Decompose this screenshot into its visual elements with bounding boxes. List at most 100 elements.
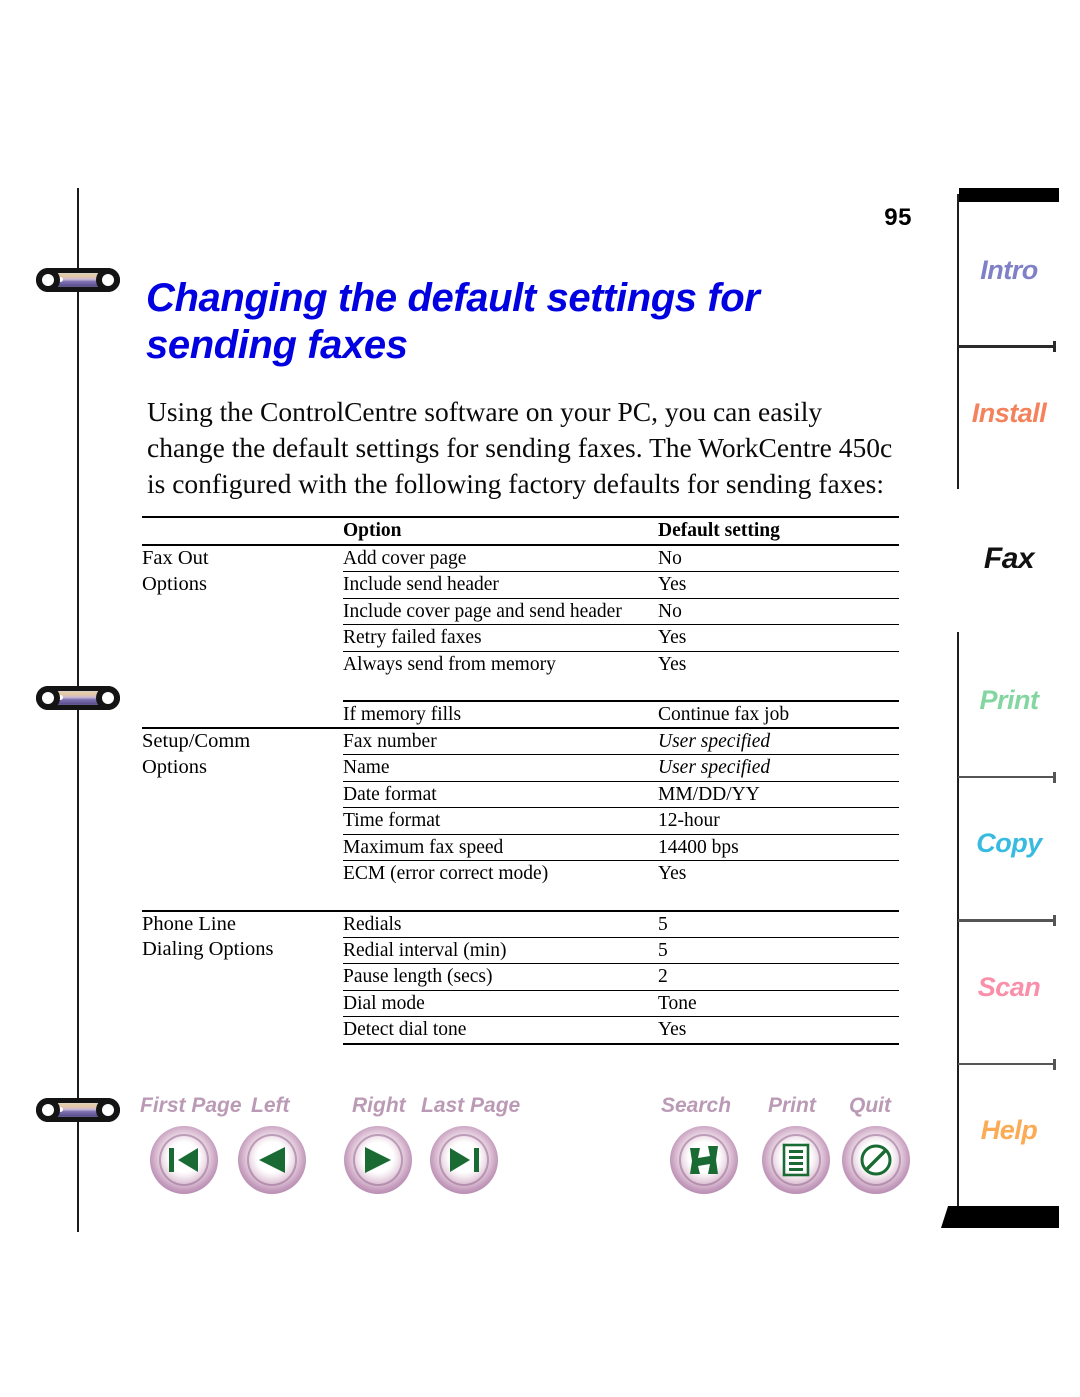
- nav-label-quit: Quit: [849, 1094, 891, 1117]
- default-settings-table-wrapper: Option Default setting Fax Out Add cover pa…: [142, 516, 899, 1046]
- table-group-label: [142, 990, 343, 1017]
- table-cell-default: Yes: [658, 650, 899, 678]
- tab-copy[interactable]: Copy: [959, 828, 1059, 859]
- table-cell-default: 12-hour: [658, 807, 899, 835]
- table-cell-option: Include cover page and send header: [343, 597, 658, 625]
- table-cell-option: Time format: [343, 807, 658, 835]
- table-cell-default: No: [658, 544, 899, 572]
- first-page-icon: [150, 1126, 218, 1194]
- table-row: Retry failed faxes Yes: [142, 624, 899, 652]
- print-button[interactable]: [762, 1126, 830, 1194]
- nav-label-print: Print: [768, 1094, 816, 1117]
- first-page-button[interactable]: [150, 1126, 218, 1194]
- last-page-icon: [430, 1126, 498, 1194]
- table-cell-option: Retry failed faxes: [343, 624, 658, 652]
- table-group-label: Setup/Comm: [142, 726, 343, 755]
- tab-intro[interactable]: Intro: [959, 255, 1059, 286]
- table-group-label: Options: [142, 572, 207, 595]
- table-group-label: Dialing Options: [142, 938, 274, 961]
- tab-divider: [958, 1057, 1056, 1071]
- table-row: ECM (error correct mode) Yes: [142, 860, 899, 888]
- table-header-default: Default setting: [658, 516, 899, 545]
- table-group-label: Fax Out: [142, 544, 343, 572]
- last-page-button[interactable]: [430, 1126, 498, 1194]
- table-cell-default: Yes: [658, 624, 899, 652]
- table-group-label: [142, 834, 343, 861]
- table-row: Setup/Comm Fax number User specified: [142, 726, 899, 755]
- table-group-label: [142, 625, 343, 652]
- nav-label-last-page: Last Page: [421, 1094, 521, 1117]
- table-cell-option: Pause length (secs): [343, 963, 658, 991]
- table-cell-option: ECM (error correct mode): [343, 860, 658, 888]
- table-cell-option: Redial interval (min): [343, 936, 658, 964]
- table-group-label: [142, 701, 343, 728]
- nav-label-first-page: First Page: [140, 1094, 242, 1117]
- previous-page-button[interactable]: [238, 1126, 306, 1194]
- table-cell-default: User specified: [658, 726, 899, 755]
- table-header-option: Option: [343, 516, 658, 545]
- table-cell-default: 2: [658, 963, 899, 991]
- table-row: Detect dial tone Yes: [142, 1016, 899, 1044]
- section-tab-strip: Intro Install Fax Print Copy Scan Help: [935, 188, 1080, 1232]
- tab-strip-bottom-cap: [941, 1206, 1059, 1228]
- table-cell-default: Continue fax job: [658, 699, 899, 728]
- table-group-label: [142, 964, 343, 991]
- print-document-icon: [762, 1126, 830, 1194]
- table-group-label: [142, 808, 343, 835]
- table-cell-option: Fax number: [343, 726, 658, 755]
- binder-ring: [36, 686, 120, 710]
- search-button[interactable]: [670, 1126, 738, 1194]
- table-cell-default: Yes: [658, 860, 899, 888]
- table-cell-option: Add cover page: [343, 544, 658, 572]
- next-page-button[interactable]: [344, 1126, 412, 1194]
- table-cell-default: No: [658, 597, 899, 625]
- tab-divider: [958, 914, 1056, 928]
- table-cell-option: Maximum fax speed: [343, 833, 658, 861]
- table-group-label: Phone Line: [142, 909, 343, 938]
- binder-ring-cap-right: [96, 268, 120, 292]
- binder-spine: [77, 188, 79, 1232]
- table-cell-option: Include send header: [343, 571, 658, 599]
- table-row: Always send from memory Yes: [142, 650, 899, 678]
- table-cell-option: Always send from memory: [343, 650, 658, 678]
- table-cell-option: Detect dial tone: [343, 1016, 658, 1044]
- table-cell-default: Tone: [658, 989, 899, 1017]
- table-group-label: [142, 651, 343, 678]
- table-row: Dialing Options Redial interval (min) 5: [142, 936, 899, 964]
- tab-fax[interactable]: Fax: [959, 542, 1059, 576]
- table-row: Include cover page and send header No: [142, 597, 899, 625]
- table-header-row: Option Default setting: [142, 516, 899, 545]
- page-number: 95: [884, 204, 912, 231]
- nav-label-left: Left: [251, 1094, 290, 1117]
- binder-ring-cap-right: [96, 686, 120, 710]
- search-binoculars-icon: [670, 1126, 738, 1194]
- table-bottom-rule: [142, 1042, 899, 1046]
- page-title-line-2: sending faxes: [146, 322, 408, 367]
- table-row: Fax Out Add cover page No: [142, 544, 899, 572]
- table-row: Phone Line Redials 5: [142, 909, 899, 938]
- table-group-label: [142, 781, 343, 808]
- previous-page-icon: [238, 1126, 306, 1194]
- table-row: If memory fills Continue fax job: [142, 699, 899, 728]
- quit-button[interactable]: [842, 1126, 910, 1194]
- binder-ring-cap-left: [36, 686, 60, 710]
- table-cell-default: 5: [658, 909, 899, 938]
- table-row: Date format MM/DD/YY: [142, 780, 899, 808]
- tab-print[interactable]: Print: [959, 685, 1059, 716]
- tab-strip-top-cap: [959, 188, 1059, 202]
- page-navigation-bar: First Page Left Right Last Page Search P…: [136, 1094, 910, 1194]
- nav-label-right: Right: [352, 1094, 406, 1117]
- default-settings-table: Option Default setting Fax Out Add cover pa…: [142, 516, 899, 1046]
- page-title: Changing the default settings for sending…: [146, 275, 886, 369]
- next-page-icon: [344, 1126, 412, 1194]
- tab-scan[interactable]: Scan: [959, 972, 1059, 1003]
- table-cell-default: MM/DD/YY: [658, 780, 899, 808]
- table-cell-default: 5: [658, 936, 899, 964]
- binder-ring-cap-left: [36, 1098, 60, 1122]
- tab-install[interactable]: Install: [959, 398, 1059, 429]
- tab-help[interactable]: Help: [959, 1115, 1059, 1146]
- table-cell-option: Dial mode: [343, 989, 658, 1017]
- table-row: Time format 12-hour: [142, 807, 899, 835]
- table-group-label: Options: [142, 755, 207, 778]
- table-cell-default: User specified: [658, 754, 899, 782]
